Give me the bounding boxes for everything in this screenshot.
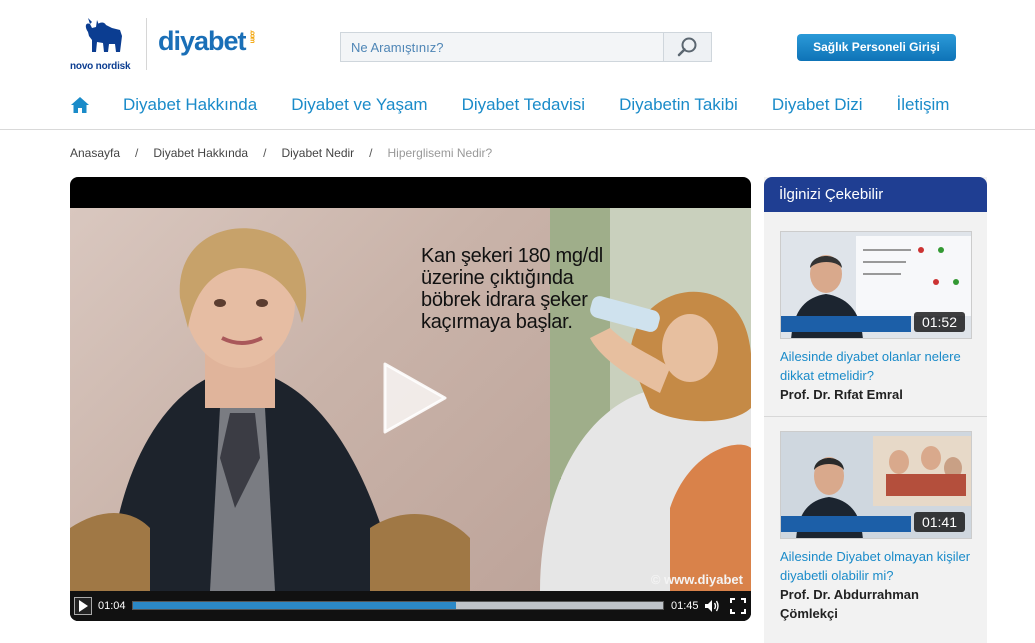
breadcrumb-item[interactable]: Diyabet Hakkında — [153, 146, 248, 160]
related-video-author: Prof. Dr. Rıfat Emral — [780, 387, 903, 402]
video-player[interactable]: Kan şekeri 180 mg/dl üzerine çıktığında … — [70, 177, 751, 621]
nav-item-diyabetin-takibi[interactable]: Diyabetin Takibi — [619, 95, 738, 115]
nav-item-iletisim[interactable]: İletişim — [897, 95, 950, 115]
breadcrumb: Anasayfa / Diyabet Hakkında / Diyabet Ne… — [70, 146, 492, 160]
nav-item-diyabet-tedavisi[interactable]: Diyabet Tedavisi — [462, 95, 585, 115]
nav-item-diyabet-dizi[interactable]: Diyabet Dizi — [772, 95, 863, 115]
overlay-line: kaçırmaya başlar. — [421, 311, 573, 333]
related-video-author: Prof. Dr. Abdurrahman Çömlekçi — [780, 587, 919, 621]
apis-bull-icon — [85, 18, 122, 52]
overlay-line: Kan şekeri 180 mg/dl — [421, 245, 603, 267]
video-thumbnail[interactable]: 01:41 — [780, 431, 972, 539]
play-icon — [79, 600, 88, 612]
breadcrumb-separator: / — [369, 146, 373, 160]
related-video-title[interactable]: Ailesinde diyabet olanlar nelere dikkat … — [780, 347, 972, 385]
fullscreen-icon[interactable] — [730, 598, 746, 614]
breadcrumb-item[interactable]: Diyabet Nedir — [281, 146, 354, 160]
video-thumbnail[interactable]: 01:52 — [780, 231, 972, 339]
progress-fill — [133, 602, 457, 609]
search-box — [340, 32, 712, 62]
progress-bar[interactable] — [132, 601, 664, 610]
related-video-item[interactable]: 01:52 Ailesinde diyabet olanlar nelere d… — [780, 231, 972, 404]
video-duration-badge: 01:41 — [913, 512, 965, 532]
logo-divider — [146, 18, 147, 70]
player-controls: 01:04 01:45 — [70, 591, 751, 621]
current-time: 01:04 — [98, 600, 126, 612]
search-input[interactable] — [341, 33, 663, 61]
novo-nordisk-wordmark: novo nordisk — [70, 61, 131, 72]
related-video-item[interactable]: 01:41 Ailesinde Diyabet olmayan kişiler … — [780, 431, 972, 623]
play-button[interactable] — [74, 597, 92, 615]
search-button[interactable] — [663, 33, 711, 61]
overlay-line: böbrek idrara şeker — [421, 289, 588, 311]
diyabet-wordmark: diyabet — [158, 26, 247, 56]
related-video-title[interactable]: Ailesinde Diyabet olmayan kişiler diyabe… — [780, 547, 972, 585]
overlay-line: üzerine çıktığında — [421, 267, 574, 289]
health-personnel-login-button[interactable]: Sağlık Personeli Girişi — [797, 34, 956, 61]
breadcrumb-separator: / — [263, 146, 267, 160]
search-icon — [677, 37, 697, 57]
video-duration-badge: 01:52 — [913, 312, 965, 332]
main-nav: Diyabet Hakkında Diyabet ve Yaşam Diyabe… — [70, 92, 983, 118]
duration-time: 01:45 — [671, 600, 699, 612]
diyabet-com-suffix: .com — [248, 30, 256, 43]
video-frame[interactable]: Kan şekeri 180 mg/dl üzerine çıktığında … — [70, 208, 751, 591]
breadcrumb-separator: / — [135, 146, 139, 160]
diyabet-logo[interactable]: diyabet .com — [158, 26, 256, 57]
volume-icon[interactable] — [704, 598, 720, 614]
nav-item-diyabet-ve-yasam[interactable]: Diyabet ve Yaşam — [291, 95, 427, 115]
related-videos-title: İlginizi Çekebilir — [764, 177, 987, 212]
novo-nordisk-logo[interactable]: novo nordisk — [70, 18, 138, 74]
breadcrumb-current: Hiperglisemi Nedir? — [387, 146, 493, 160]
video-overlay-text: Kan şekeri 180 mg/dl üzerine çıktığında … — [421, 245, 603, 333]
play-overlay-icon[interactable] — [373, 358, 453, 438]
video-watermark: © www.diyabet — [650, 572, 743, 587]
site-header: novo nordisk diyabet .com Sağlık Persone… — [0, 0, 1035, 130]
breadcrumb-item[interactable]: Anasayfa — [70, 146, 120, 160]
item-divider — [764, 416, 987, 417]
nav-item-diyabet-hakkinda[interactable]: Diyabet Hakkında — [123, 95, 257, 115]
related-videos-panel: İlginizi Çekebilir 01:52 Ailesinde diyab… — [764, 177, 987, 643]
home-icon[interactable] — [70, 95, 90, 115]
